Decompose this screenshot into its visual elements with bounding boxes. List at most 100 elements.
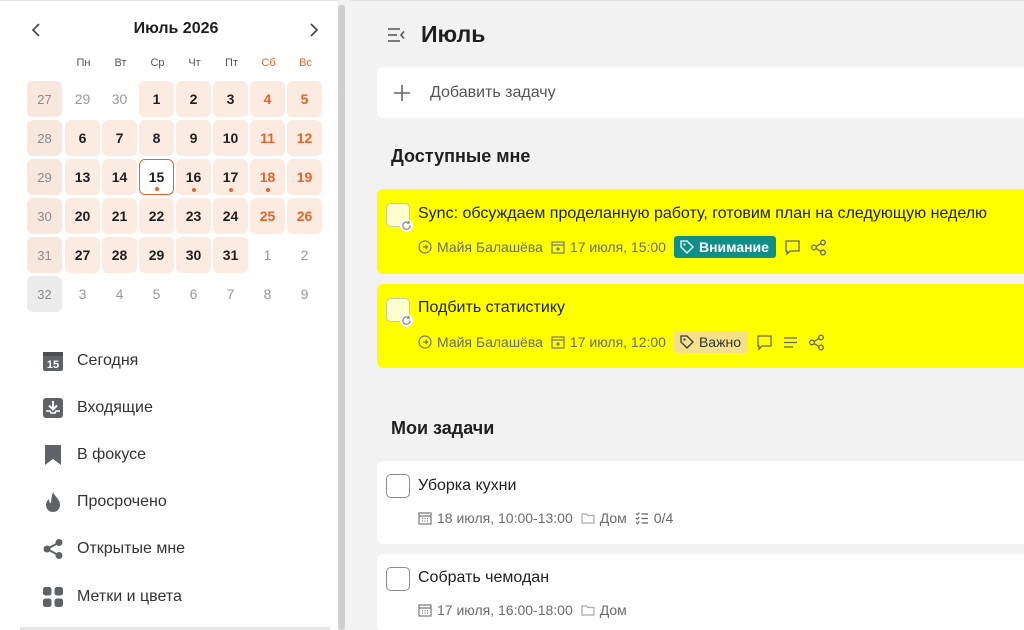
task-title: Подбить статистику — [418, 299, 565, 316]
task-project[interactable]: Дом — [581, 602, 627, 618]
task-card[interactable]: Уборка кухни 18 июля, 10:00-13:00 Дом 0/… — [377, 461, 1024, 544]
date-text: 17 июля, 15:00 — [569, 239, 666, 255]
calendar-day[interactable]: 6 — [176, 276, 211, 312]
task-checklist: 0/4 — [635, 510, 673, 526]
calendar-day[interactable]: 4 — [102, 276, 137, 312]
tag-label: Внимание — [698, 239, 769, 255]
share-button[interactable] — [810, 238, 828, 256]
calendar-day[interactable]: 31 — [213, 237, 248, 273]
calendar-day[interactable]: 23 — [176, 198, 211, 234]
week-number[interactable]: 30 — [27, 198, 62, 234]
section-title-mine: Мои задачи — [391, 418, 495, 438]
calendar-day[interactable]: 3 — [65, 276, 100, 312]
tag-badge[interactable]: Внимание — [673, 236, 776, 258]
task-checkbox[interactable] — [386, 567, 410, 591]
plus-icon — [394, 84, 410, 101]
weekday-label: Пн — [76, 57, 91, 69]
calendar-day[interactable]: 24 — [213, 198, 248, 234]
calendar-day[interactable]: 19 — [287, 159, 322, 195]
sidebar-item-label: В фокусе — [77, 445, 147, 463]
task-card[interactable]: Собрать чемодан 17 июля, 16:00-18:00 Дом — [377, 554, 1024, 630]
owner-name: Майя Балашёва — [437, 239, 543, 255]
task-date: 17 июля, 16:00-18:00 — [418, 602, 573, 618]
page-title: Июль — [421, 21, 486, 47]
sidebar-item-shared[interactable]: Открытые мне — [28, 526, 328, 573]
calendar-today-icon: 15 — [42, 350, 64, 372]
calendar-day[interactable]: 14 — [102, 159, 137, 195]
calendar-day[interactable]: 22 — [139, 198, 174, 234]
forward-circle-icon — [418, 240, 432, 254]
calendar-day[interactable]: 12 — [287, 120, 322, 156]
calendar-day[interactable]: 10 — [213, 120, 248, 156]
calendar-day[interactable]: 9 — [176, 120, 211, 156]
calendar-day[interactable]: 26 — [287, 198, 322, 234]
week-number[interactable]: 31 — [27, 237, 62, 273]
forward-circle-icon — [418, 335, 432, 349]
add-task-input[interactable]: Добавить задачу — [377, 67, 1024, 118]
checklist-icon — [635, 512, 648, 525]
calendar-day[interactable]: 27 — [65, 237, 100, 273]
calendar-day-today[interactable]: 15 — [139, 159, 174, 195]
owner-name: Майя Балашёва — [437, 334, 543, 350]
calendar-day[interactable]: 30 — [176, 237, 211, 273]
comment-button[interactable] — [784, 238, 802, 256]
sidebar-item-tags[interactable]: Метки и цвета — [28, 573, 328, 620]
tag-badge[interactable]: Важно — [673, 331, 748, 353]
calendar-day[interactable]: 25 — [250, 198, 285, 234]
share-icon — [809, 334, 825, 350]
collapse-menu-icon[interactable] — [386, 25, 406, 45]
sidebar-item-overdue[interactable]: Просрочено — [28, 479, 328, 526]
calendar-day[interactable]: 2 — [176, 81, 211, 117]
calendar-icon — [418, 604, 432, 617]
sidebar-item-inbox[interactable]: Входящие — [28, 384, 328, 431]
task-meta: Майя Балашёва 17 июля, 15:00 Внимание — [418, 236, 836, 258]
calendar-day[interactable]: 2 — [287, 237, 322, 273]
calendar-day[interactable]: 29 — [65, 81, 100, 117]
task-card[interactable]: Подбить статистику Майя Балашёва 17 июля… — [377, 284, 1024, 368]
task-meta: 18 июля, 10:00-13:00 Дом 0/4 — [418, 507, 681, 529]
tag-icon — [680, 240, 694, 254]
add-task-placeholder: Добавить задачу — [430, 83, 556, 101]
calendar-day[interactable]: 8 — [139, 120, 174, 156]
week-number[interactable]: 29 — [27, 159, 62, 195]
calendar-day[interactable]: 21 — [102, 198, 137, 234]
task-date: 17 июля, 15:00 — [551, 239, 666, 255]
calendar-day[interactable]: 29 — [139, 237, 174, 273]
calendar-day[interactable]: 30 — [102, 81, 137, 117]
task-card[interactable]: Sync: обсуждаем проделанную работу, гото… — [377, 189, 1024, 274]
calendar-day[interactable]: 18 — [250, 159, 285, 195]
week-number[interactable]: 28 — [27, 120, 62, 156]
comment-button[interactable] — [756, 333, 774, 351]
week-number[interactable]: 27 — [27, 81, 62, 117]
calendar-day[interactable]: 20 — [65, 198, 100, 234]
calendar-day[interactable]: 1 — [250, 237, 285, 273]
sidebar-item-today[interactable]: 15 Сегодня — [28, 337, 328, 384]
task-title: Собрать чемодан — [418, 569, 550, 586]
calendar-day[interactable]: 16 — [176, 159, 211, 195]
calendar-day[interactable]: 28 — [102, 237, 137, 273]
calendar-day[interactable]: 4 — [250, 81, 285, 117]
calendar-day[interactable]: 5 — [287, 81, 322, 117]
calendar-day[interactable]: 17 — [213, 159, 248, 195]
task-date: 18 июля, 10:00-13:00 — [418, 510, 573, 526]
calendar-day[interactable]: 5 — [139, 276, 174, 312]
calendar-day[interactable]: 11 — [250, 120, 285, 156]
calendar-day[interactable]: 7 — [213, 276, 248, 312]
sidebar-item-focus[interactable]: В фокусе — [28, 431, 328, 478]
week-number[interactable]: 32 — [27, 276, 62, 312]
calendar-day[interactable]: 3 — [213, 81, 248, 117]
weekday-label: Чт — [188, 57, 201, 69]
calendar-day[interactable]: 13 — [65, 159, 100, 195]
next-month-button[interactable] — [302, 19, 324, 41]
calendar-day[interactable]: 1 — [139, 81, 174, 117]
calendar-day[interactable]: 9 — [287, 276, 322, 312]
sidebar-scrollbar[interactable] — [338, 5, 345, 630]
task-checkbox[interactable] — [386, 474, 410, 498]
calendar-day[interactable]: 8 — [250, 276, 285, 312]
description-button[interactable] — [782, 333, 800, 351]
task-project[interactable]: Дом — [581, 510, 627, 526]
task-owner: Майя Балашёва — [418, 334, 543, 350]
calendar-day[interactable]: 7 — [102, 120, 137, 156]
share-button[interactable] — [808, 333, 826, 351]
calendar-day[interactable]: 6 — [65, 120, 100, 156]
